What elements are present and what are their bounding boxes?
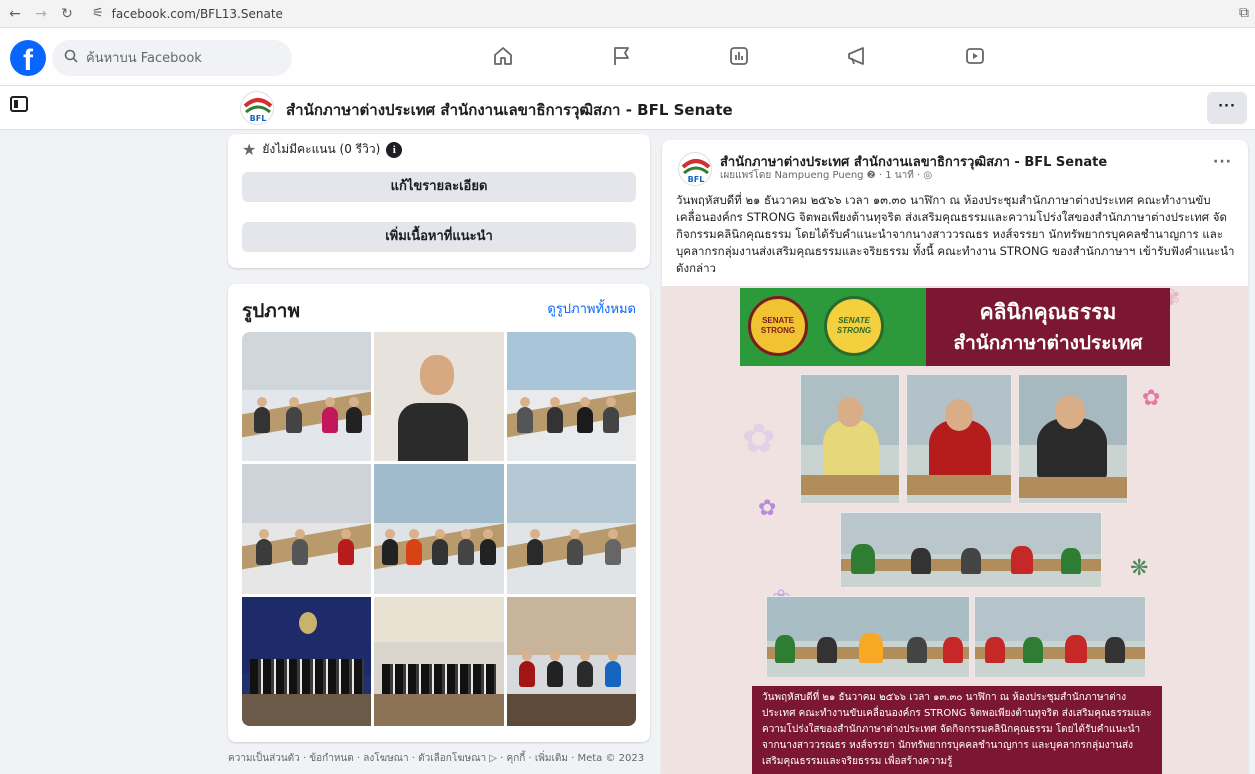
sidebar-toggle-icon[interactable] xyxy=(10,96,28,112)
see-all-photos-link[interactable]: ดูรูปภาพทั้งหมด xyxy=(547,298,636,319)
photo-thumbnail[interactable] xyxy=(374,464,504,594)
photos-card: รูปภาพ ดูรูปภาพทั้งหมด xyxy=(228,284,650,742)
page-title: สำนักภาษาต่างประเทศ สำนักงานเลขาธิการวุฒ… xyxy=(286,101,733,119)
flower-decoration-icon: ❋ xyxy=(1130,556,1149,581)
photo-thumbnail[interactable] xyxy=(506,464,636,594)
browser-toolbar: ← → ↻ ⚟ facebook.com/BFL13.Senate ⧉ xyxy=(0,0,1255,28)
event-photo xyxy=(800,374,900,504)
flower-decoration-icon: ✿ xyxy=(742,416,776,462)
post-body-text: วันพฤหัสบดีที่ ๒๑ ธันวาคม ๒๕๖๖ เวลา ๑๓.๓… xyxy=(676,193,1235,275)
star-icon: ★ xyxy=(242,140,257,159)
video-icon[interactable] xyxy=(961,44,989,68)
post-author-avatar[interactable]: BFL xyxy=(678,152,712,186)
post-options-button[interactable]: ··· xyxy=(1213,154,1232,170)
rating-row: ★ ยังไม่มีคะแนน (0 รีวิว) i xyxy=(242,140,403,159)
svg-text:BFL: BFL xyxy=(250,114,267,123)
senate-strong-logo: SENATE STRONG xyxy=(748,296,808,356)
post-card: BFL สำนักภาษาต่างประเทศ สำนักงานเลขาธิกา… xyxy=(662,140,1248,774)
event-photo xyxy=(974,596,1146,678)
edit-details-button[interactable]: แก้ไขรายละเอียด xyxy=(242,172,636,202)
photo-thumbnail[interactable] xyxy=(242,596,372,726)
svg-text:BFL: BFL xyxy=(688,175,705,184)
forward-arrow-icon[interactable]: → xyxy=(30,6,52,22)
url-text: facebook.com/BFL13.Senate xyxy=(111,6,283,21)
banner-logos: SENATE STRONG SENATE STRONG xyxy=(740,288,926,366)
page-avatar[interactable]: BFL xyxy=(240,91,274,125)
banner-line-2: สำนักภาษาต่างประเทศ xyxy=(953,332,1143,354)
ads-megaphone-icon[interactable] xyxy=(843,44,871,68)
search-input[interactable] xyxy=(86,50,266,66)
facebook-top-bar: f xyxy=(0,28,1255,86)
search-icon xyxy=(64,49,78,67)
image-caption: วันพฤหัสบดีที่ ๒๑ ธันวาคม ๒๕๖๖ เวลา ๑๓.๓… xyxy=(752,686,1162,774)
address-bar[interactable]: ⚟ facebook.com/BFL13.Senate xyxy=(92,3,283,25)
reload-icon[interactable]: ↻ xyxy=(56,6,78,22)
banner-line-1: คลินิกคุณธรรม xyxy=(979,300,1117,324)
flower-decoration-icon: ✿ xyxy=(758,496,777,521)
home-icon[interactable] xyxy=(489,44,517,68)
photo-thumbnail[interactable] xyxy=(374,596,504,726)
photo-thumbnail[interactable] xyxy=(242,464,372,594)
intro-card: ★ ยังไม่มีคะแนน (0 รีวิว) i แก้ไขรายละเอ… xyxy=(228,134,650,268)
photo-thumbnail[interactable] xyxy=(506,596,636,726)
post-image[interactable]: ✿ ✿ ❀ ✿ ❋ ✾ SENATE STRONG SENATE STRONG … xyxy=(662,286,1248,774)
pages-flag-icon[interactable] xyxy=(607,44,635,68)
back-arrow-icon[interactable]: ← xyxy=(4,6,26,22)
rating-text: ยังไม่มีคะแนน (0 รีวิว) xyxy=(262,142,381,156)
photo-thumbnail[interactable] xyxy=(242,332,372,462)
event-photo xyxy=(766,596,970,678)
photos-heading: รูปภาพ xyxy=(242,300,300,322)
photo-thumbnail[interactable] xyxy=(374,332,504,462)
senate-strong-logo-2: SENATE STRONG xyxy=(824,296,884,356)
banner-title: คลินิกคุณธรรม สำนักภาษาต่างประเทศ xyxy=(926,288,1170,366)
info-icon[interactable]: i xyxy=(386,141,403,158)
footer-links[interactable]: ความเป็นส่วนตัว · ข้อกำหนด · ลงโฆษณา · ต… xyxy=(228,752,648,766)
install-app-icon[interactable]: ⧉ xyxy=(1239,5,1249,21)
event-photo xyxy=(906,374,1012,504)
search-box[interactable] xyxy=(52,40,292,76)
page-title-bar: BFL สำนักภาษาต่างประเทศ สำนักงานเลขาธิกา… xyxy=(0,86,1255,130)
photo-grid xyxy=(242,332,636,726)
post-meta: เผยแพร่โดย Nampueng Pueng ❷ · 1 นาที · ◎ xyxy=(720,170,933,181)
flower-decoration-icon: ✿ xyxy=(1142,386,1161,411)
insights-icon[interactable] xyxy=(725,44,753,68)
facebook-logo-icon[interactable]: f xyxy=(10,40,46,76)
photo-thumbnail[interactable] xyxy=(506,332,636,462)
event-photo xyxy=(840,512,1102,588)
site-settings-icon[interactable]: ⚟ xyxy=(92,6,104,21)
page-more-button[interactable]: ··· xyxy=(1207,92,1247,124)
event-photo xyxy=(1018,374,1128,504)
add-featured-button[interactable]: เพิ่มเนื้อหาที่แนะนำ xyxy=(242,222,636,252)
